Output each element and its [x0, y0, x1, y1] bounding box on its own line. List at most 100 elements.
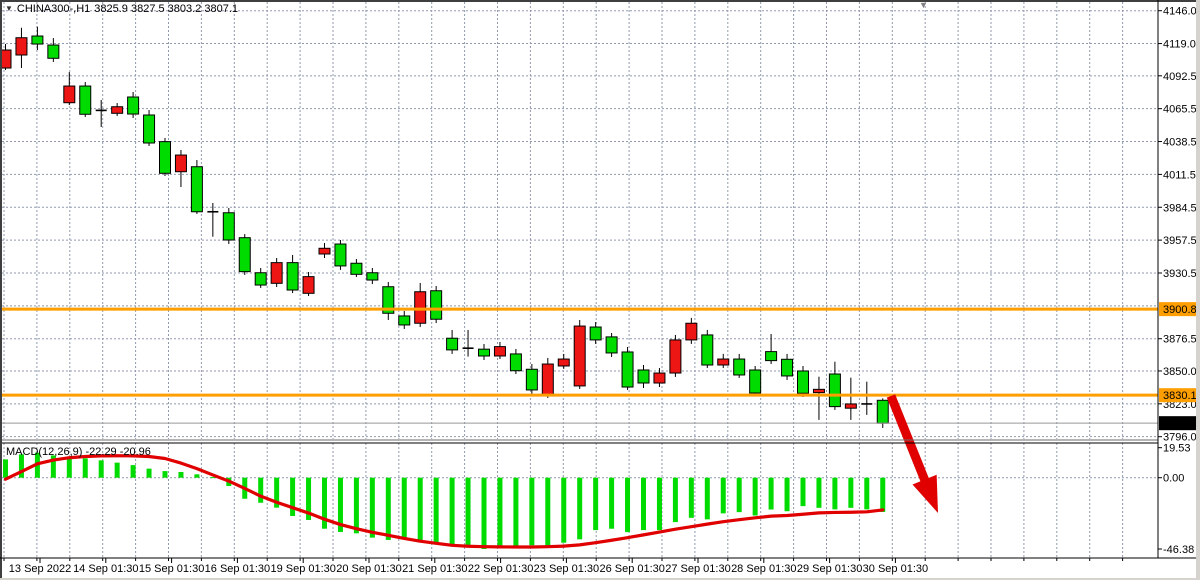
macd-axis-label: 19.53	[1163, 443, 1191, 455]
macd-histogram-bar	[131, 465, 136, 478]
macd-histogram-bar	[641, 478, 646, 530]
price-axis-label: 4011.5	[1163, 169, 1196, 181]
bull-candle-body	[319, 248, 330, 254]
bear-candle-body	[351, 263, 362, 274]
bear-candle-body	[287, 263, 298, 290]
candle	[606, 333, 617, 357]
level-price-badge-label: 3830.1	[1163, 390, 1197, 402]
bear-candle-body	[766, 352, 777, 361]
bear-candle-body	[160, 142, 171, 174]
macd-histogram-bar	[354, 478, 359, 534]
bull-candle-body	[813, 389, 824, 392]
bull-candle-body	[303, 277, 314, 294]
chart-background[interactable]	[0, 0, 1200, 580]
macd-histogram-bar	[689, 478, 694, 518]
macd-histogram-bar	[577, 478, 582, 540]
bull-candle-body	[415, 292, 426, 324]
price-axis-label: 4065.5	[1163, 104, 1197, 116]
candle	[335, 240, 346, 270]
macd-histogram-bar	[418, 478, 423, 540]
bull-candle-body	[718, 359, 729, 365]
bull-candle-body	[686, 323, 697, 340]
macd-histogram-bar	[816, 478, 821, 508]
macd-histogram-bar	[434, 478, 439, 544]
bull-candle-body	[542, 364, 553, 395]
candle	[191, 160, 202, 214]
bear-candle-body	[239, 238, 250, 272]
bear-candle-body	[223, 213, 234, 240]
candle	[144, 110, 155, 146]
bear-candle-body	[48, 45, 59, 58]
macd-histogram-bar	[529, 478, 534, 546]
bear-candle-body	[128, 97, 139, 114]
time-axis-label: 26 Sep 01:30	[599, 563, 664, 575]
price-axis-label: 3876.5	[1163, 334, 1197, 346]
time-axis-label: 27 Sep 01:30	[665, 563, 730, 575]
bear-candle-body	[829, 374, 840, 407]
chart-shift-marker-icon[interactable]: ▼	[919, 1, 928, 10]
macd-histogram-bar	[721, 478, 726, 514]
bull-candle-body	[16, 38, 27, 55]
window-right-strip	[1196, 0, 1200, 580]
bear-candle-body	[590, 327, 601, 340]
macd-axis-label: 0.00	[1163, 473, 1184, 485]
macd-histogram-bar	[769, 478, 774, 510]
time-axis-label: 22 Sep 01:30	[468, 563, 533, 575]
macd-histogram-bar	[386, 478, 391, 540]
price-axis-label: 4119.0	[1163, 39, 1196, 51]
macd-histogram-bar	[880, 478, 885, 512]
macd-histogram-bar	[864, 478, 869, 510]
macd-histogram-bar	[705, 478, 710, 520]
macd-histogram-bar	[194, 474, 199, 477]
level-price-badge-label: 3900.8	[1163, 304, 1197, 316]
candle	[670, 335, 681, 377]
price-axis-label: 4092.5	[1163, 71, 1197, 83]
price-axis-label: 4038.5	[1163, 137, 1197, 149]
candle	[271, 258, 282, 287]
macd-histogram-bar	[832, 478, 837, 510]
macd-histogram-bar	[545, 478, 550, 547]
macd-histogram-bar	[657, 478, 662, 530]
macd-histogram-bar	[466, 478, 471, 547]
macd-histogram-bar	[593, 478, 598, 530]
macd-histogram-bar	[609, 478, 614, 529]
bull-candle-body	[175, 155, 186, 172]
macd-histogram-bar	[737, 478, 742, 512]
macd-histogram-bar	[513, 478, 518, 547]
bear-candle-body	[399, 316, 410, 325]
bear-candle-body	[479, 349, 490, 356]
bear-candle-body	[335, 244, 346, 266]
time-axis-label: 15 Sep 01:30	[139, 563, 204, 575]
macd-histogram-bar	[785, 478, 790, 512]
candle	[622, 347, 633, 390]
chart-header: ▼ CHINA300-,H1 3825.9 3827.5 3803.2 3807…	[5, 3, 238, 15]
price-axis-label: 3984.5	[1163, 202, 1197, 214]
bid-price-badge-label: 3807.1	[1163, 418, 1197, 430]
candle	[80, 82, 91, 117]
macd-histogram-bar	[801, 478, 806, 506]
macd-histogram-bar	[99, 460, 104, 477]
bear-candle-body	[638, 370, 649, 383]
bear-candle-body	[702, 335, 713, 365]
macd-histogram-bar	[370, 478, 375, 538]
symbol-dropdown-icon[interactable]: ▼	[5, 5, 13, 13]
macd-histogram-bar	[3, 459, 8, 477]
indicator-label: MACD(12,26,9) -22.29 -20.96	[6, 446, 151, 458]
bull-candle-body	[64, 86, 75, 103]
candle	[160, 138, 171, 176]
bear-candle-body	[144, 115, 155, 143]
macd-histogram-bar	[83, 458, 88, 477]
time-axis-label: 30 Sep 01:30	[863, 563, 928, 575]
bear-candle-body	[32, 36, 43, 44]
macd-histogram-bar	[258, 478, 263, 503]
bear-candle-body	[255, 273, 266, 285]
bull-candle-body	[574, 326, 585, 386]
macd-histogram-bar	[450, 478, 455, 546]
bear-candle-body	[510, 354, 521, 371]
chart-canvas[interactable]: 4146.04119.04092.54065.54038.54011.53984…	[0, 0, 1200, 580]
macd-histogram-bar	[673, 478, 678, 522]
time-axis-label: 16 Sep 01:30	[205, 563, 270, 575]
candle	[223, 208, 234, 244]
macd-histogram-bar	[290, 478, 295, 516]
bull-candle-body	[494, 347, 505, 356]
